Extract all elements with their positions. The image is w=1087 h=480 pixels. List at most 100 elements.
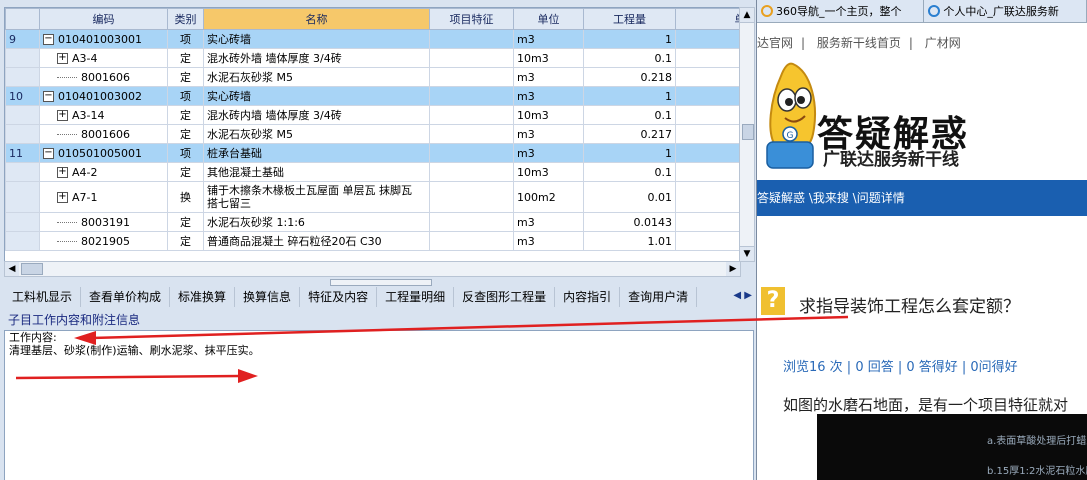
type-cell[interactable]: 项 [167, 29, 204, 49]
col-unit[interactable]: 单位 [513, 8, 584, 30]
hscroll-thumb[interactable] [21, 263, 43, 275]
feature-cell[interactable] [429, 143, 514, 163]
name-cell[interactable]: 其他混凝土基础 [203, 162, 430, 182]
feature-cell[interactable] [429, 212, 514, 232]
nav-material-site[interactable]: 广材网 [925, 36, 961, 50]
unit-cell[interactable]: 100m2 [513, 181, 584, 213]
tab-conversion-info[interactable]: 换算信息 [235, 287, 301, 307]
type-cell[interactable]: 项 [167, 143, 204, 163]
unit-cell[interactable]: m3 [513, 231, 584, 251]
price-cell[interactable] [675, 143, 740, 163]
code-cell[interactable]: 8021905 [39, 231, 168, 251]
tab-quantity-detail[interactable]: 工程量明细 [377, 287, 455, 307]
table-row[interactable]: 8001606 定水泥石灰砂浆 M5 m30.218188 [5, 67, 740, 87]
code-cell[interactable]: + A4-2 [39, 162, 168, 182]
type-cell[interactable]: 定 [167, 231, 204, 251]
table-row[interactable]: + A3-14 定混水砖内墙 墙体厚度 3/4砖 10m30.1318( [5, 105, 740, 125]
browser-tab-360[interactable]: 360导航_一个主页，整个 [757, 0, 925, 22]
row-number[interactable] [5, 67, 40, 87]
code-cell[interactable]: 8001606 [39, 67, 168, 87]
work-content-panel[interactable]: 工作内容: 清理基层、砂浆(制作)运输、刷水泥浆、抹平压实。 [4, 330, 754, 480]
type-cell[interactable]: 定 [167, 162, 204, 182]
tab-user-list[interactable]: 查询用户清 [620, 287, 698, 307]
type-cell[interactable]: 定 [167, 67, 204, 87]
price-cell[interactable]: 318( [675, 105, 740, 125]
qty-cell[interactable]: 1.01 [583, 231, 676, 251]
expand-icon[interactable]: + [57, 110, 68, 121]
nav-service-home[interactable]: 服务新干线首页 [817, 36, 901, 50]
feature-cell[interactable] [429, 48, 514, 68]
row-number[interactable] [5, 181, 40, 213]
tab-reverse-lookup[interactable]: 反查图形工程量 [454, 287, 556, 307]
qty-cell[interactable]: 1 [583, 29, 676, 49]
code-cell[interactable]: + A3-4 [39, 48, 168, 68]
tab-standard-conversion[interactable]: 标准换算 [170, 287, 236, 307]
col-feature[interactable]: 项目特征 [429, 8, 514, 30]
name-cell[interactable]: 实心砖墙 [203, 29, 430, 49]
browser-tab-glodon[interactable]: 个人中心_广联达服务新 [924, 0, 1087, 22]
price-cell[interactable]: 188 [675, 124, 740, 144]
tab-next-icon[interactable]: ▶ [744, 290, 752, 301]
code-cell[interactable]: −010501005001 [39, 143, 168, 163]
name-cell[interactable]: 水泥石灰砂浆 1:1:6 [203, 212, 430, 232]
scroll-up-icon[interactable]: ▲ [740, 8, 754, 23]
tab-nav[interactable]: ◀ ▶ [733, 290, 752, 301]
expand-icon[interactable]: + [57, 167, 68, 178]
table-row[interactable]: 8001606 定水泥石灰砂浆 M5 m30.217188 [5, 124, 740, 144]
price-cell[interactable] [675, 231, 740, 251]
price-cell[interactable]: 3338 [675, 48, 740, 68]
expand-icon[interactable]: + [57, 53, 68, 64]
table-row[interactable]: 8003191 定水泥石灰砂浆 1:1:6 m30.0143192 [5, 212, 740, 232]
tab-prev-icon[interactable]: ◀ [733, 290, 741, 301]
type-cell[interactable]: 项 [167, 86, 204, 106]
name-cell[interactable]: 混水砖外墙 墙体厚度 3/4砖 [203, 48, 430, 68]
tab-content-guide[interactable]: 内容指引 [555, 287, 621, 307]
type-cell[interactable]: 换 [167, 181, 204, 213]
table-row-main[interactable]: 10−010401003002 项实心砖墙 m3 1 [5, 86, 740, 106]
qty-cell[interactable]: 0.217 [583, 124, 676, 144]
table-row[interactable]: + A7-1 换铺于木擦条木椽板土瓦屋面 单层瓦 抹脚瓦 搭七留三 100m2 0.01… [5, 181, 740, 213]
row-number[interactable] [5, 124, 40, 144]
qty-cell[interactable]: 1 [583, 86, 676, 106]
unit-cell[interactable]: m3 [513, 86, 584, 106]
feature-cell[interactable] [429, 105, 514, 125]
name-cell[interactable]: 水泥石灰砂浆 M5 [203, 124, 430, 144]
site-logo[interactable]: G 答疑解惑 广联达服务新干线 [757, 58, 1087, 176]
price-cell[interactable]: 4718 [675, 181, 740, 213]
horizontal-scrollbar[interactable]: ◀ ▶ [4, 261, 741, 277]
scroll-right-icon[interactable]: ▶ [726, 262, 740, 276]
price-cell[interactable] [675, 29, 740, 49]
col-type[interactable]: 类别 [167, 8, 204, 30]
code-cell[interactable]: + A3-14 [39, 105, 168, 125]
row-number[interactable] [5, 231, 40, 251]
unit-cell[interactable]: 10m3 [513, 105, 584, 125]
vertical-scrollbar[interactable]: ▲ ▼ [739, 7, 755, 262]
scroll-down-icon[interactable]: ▼ [740, 246, 754, 261]
qty-cell[interactable]: 1 [583, 143, 676, 163]
type-cell[interactable]: 定 [167, 212, 204, 232]
table-row-main[interactable]: 11−010501005001 项桩承台基础 m3 1 [5, 143, 740, 163]
type-cell[interactable]: 定 [167, 124, 204, 144]
tab-unit-price[interactable]: 查看单价构成 [81, 287, 171, 307]
tab-feature-content[interactable]: 特征及内容 [300, 287, 378, 307]
type-cell[interactable]: 定 [167, 48, 204, 68]
scroll-left-icon[interactable]: ◀ [5, 262, 19, 276]
price-cell[interactable]: 120( [675, 162, 740, 182]
col-qty[interactable]: 工程量 [583, 8, 676, 30]
row-number[interactable]: 11 [5, 143, 40, 163]
col-name[interactable]: 名称 [203, 8, 430, 30]
scroll-thumb[interactable] [742, 124, 754, 140]
nav-official-site[interactable]: 达官网 [757, 36, 793, 50]
table-row[interactable]: + A3-4 定混水砖外墙 墙体厚度 3/4砖 10m30.13338 [5, 48, 740, 68]
row-number[interactable]: 9 [5, 29, 40, 49]
unit-cell[interactable]: m3 [513, 212, 584, 232]
collapse-icon[interactable]: − [43, 148, 54, 159]
qty-cell[interactable]: 0.1 [583, 105, 676, 125]
code-cell[interactable]: −010401003002 [39, 86, 168, 106]
row-number[interactable] [5, 212, 40, 232]
name-cell[interactable]: 水泥石灰砂浆 M5 [203, 67, 430, 87]
col-price[interactable]: 单价 [675, 8, 740, 30]
feature-cell[interactable] [429, 67, 514, 87]
feature-cell[interactable] [429, 181, 514, 213]
price-cell[interactable]: 188 [675, 67, 740, 87]
